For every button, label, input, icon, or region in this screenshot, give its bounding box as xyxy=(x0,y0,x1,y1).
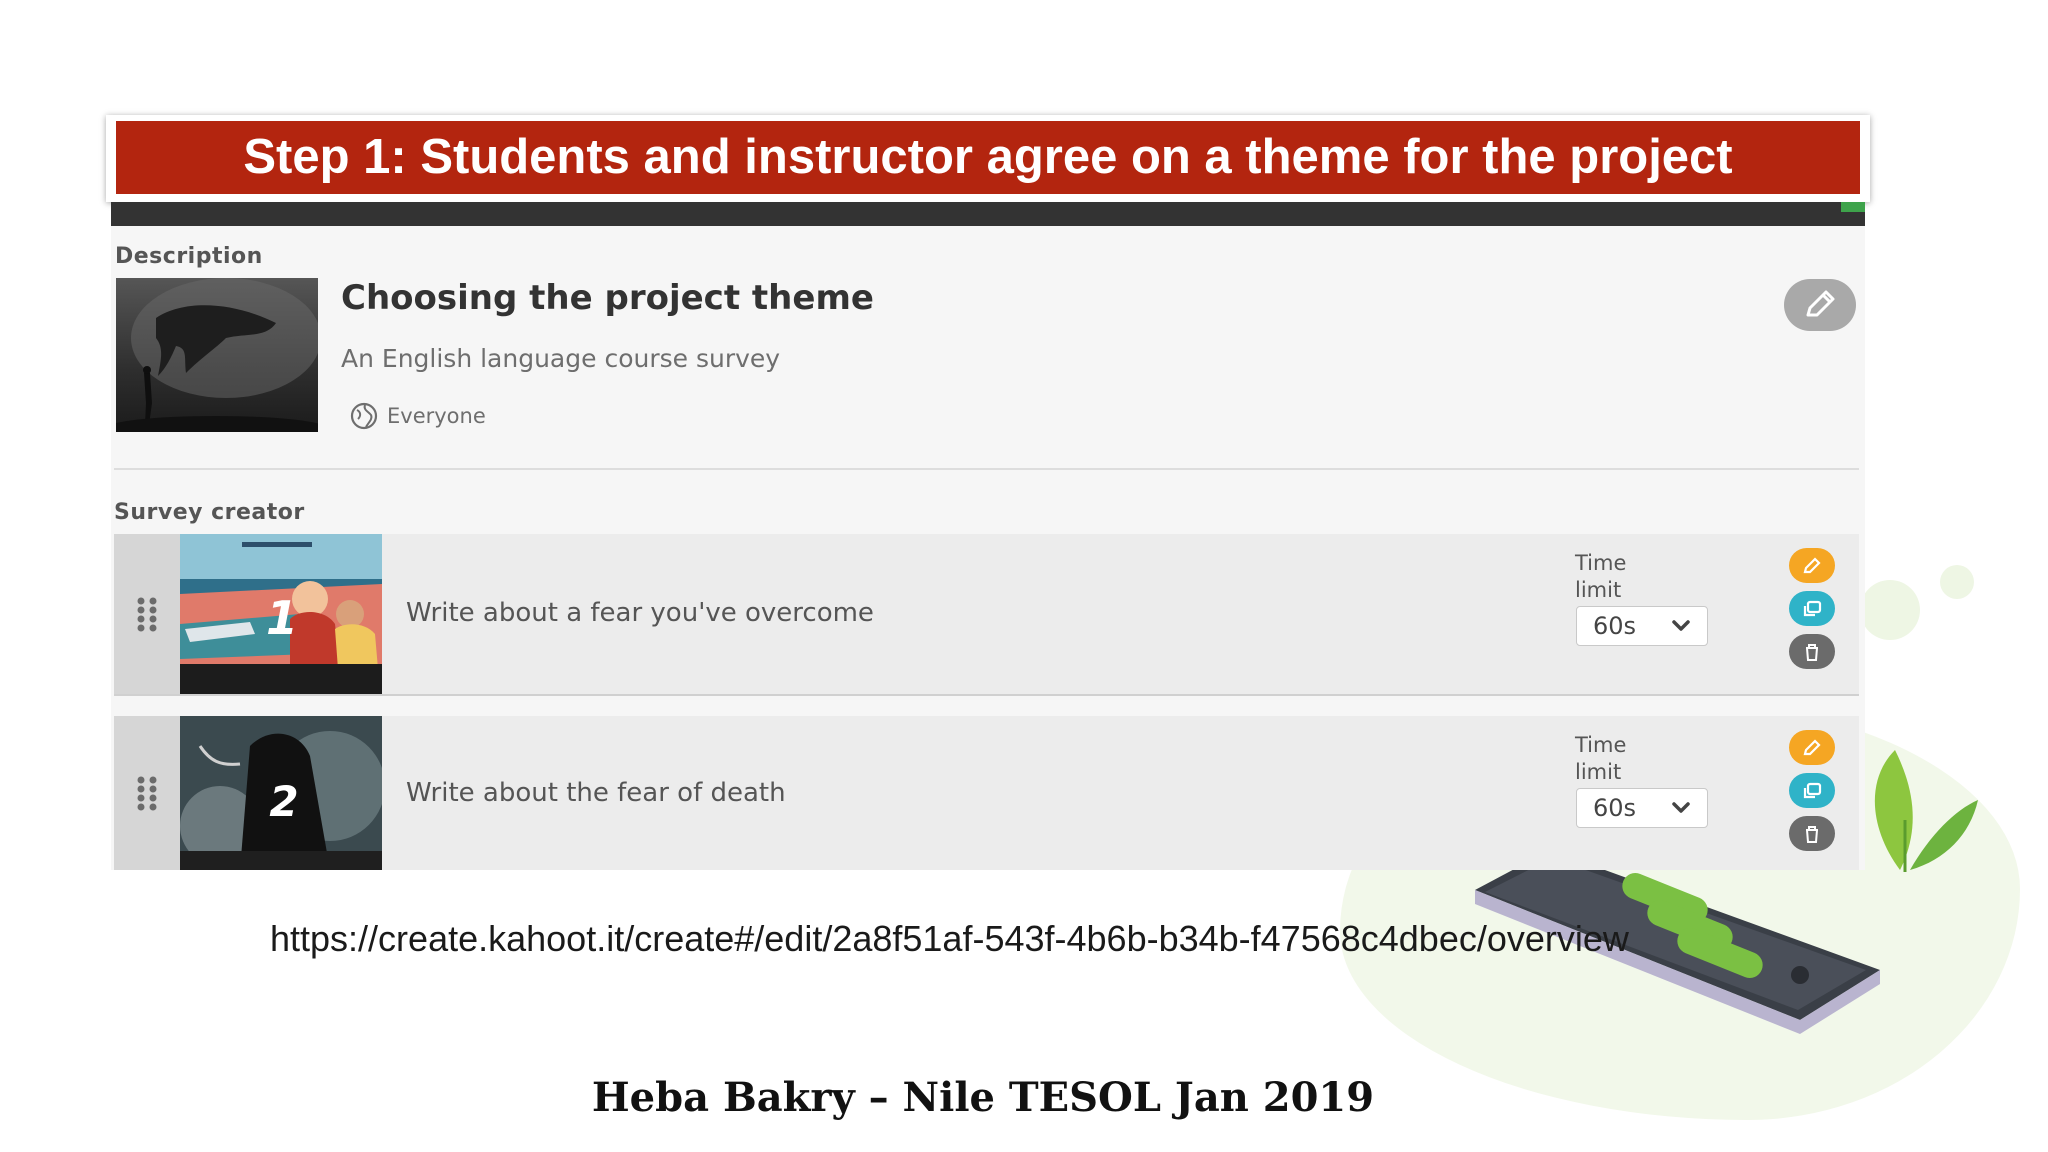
survey-creator-label: Survey creator xyxy=(114,500,305,525)
drag-handle-icon[interactable] xyxy=(114,534,180,694)
visibility-label: Everyone xyxy=(387,404,486,428)
trash-icon xyxy=(1806,825,1818,843)
time-limit-select[interactable]: 60s xyxy=(1576,606,1708,646)
description-label: Description xyxy=(115,244,263,269)
visibility-indicator: Everyone xyxy=(349,401,486,431)
kahoot-editor: Description Choosing the project theme A… xyxy=(111,226,1865,870)
slide-footer: Heba Bakry – Nile TESOL Jan 2019 xyxy=(591,1074,1375,1121)
question-card[interactable]: 1 Write about a fear you've overcome Tim… xyxy=(114,534,1859,696)
shadow-hand-picture xyxy=(116,278,318,432)
globe-icon xyxy=(350,402,378,430)
question-thumbnail[interactable]: 1 xyxy=(180,534,382,694)
chevron-down-icon xyxy=(1672,620,1690,631)
time-limit-select[interactable]: 60s xyxy=(1576,788,1708,828)
top-bar-accent xyxy=(1841,202,1865,212)
time-limit-label: Time limit xyxy=(1575,733,1627,784)
edit-question-button[interactable] xyxy=(1789,730,1835,765)
time-limit-value: 60s xyxy=(1593,612,1637,640)
kahoot-subtitle: An English language course survey xyxy=(341,344,781,373)
question-thumbnail[interactable]: 2 xyxy=(180,716,382,870)
duplicate-icon xyxy=(1803,600,1822,616)
trash-icon xyxy=(1806,643,1818,661)
slide-title: Step 1: Students and instructor agree on… xyxy=(116,121,1860,194)
question-text: Write about a fear you've overcome xyxy=(406,598,874,628)
edit-question-button[interactable] xyxy=(1789,548,1835,583)
pencil-icon xyxy=(1806,290,1835,317)
kahoot-top-bar xyxy=(111,202,1865,226)
duplicate-question-button[interactable] xyxy=(1789,591,1835,626)
time-limit-label: Time limit xyxy=(1575,551,1627,602)
cover-image[interactable] xyxy=(116,278,318,432)
question-card[interactable]: 2 Write about the fear of death Time lim… xyxy=(114,716,1859,870)
question-text: Write about the fear of death xyxy=(406,778,786,808)
decorative-circle xyxy=(1860,580,1920,640)
pencil-icon xyxy=(1803,738,1821,755)
pencil-icon xyxy=(1803,556,1821,573)
leaves-illustration xyxy=(1874,750,1978,872)
duplicate-icon xyxy=(1803,782,1822,798)
time-limit-value: 60s xyxy=(1593,794,1637,822)
question-number: 2 xyxy=(269,777,298,826)
drag-handle-icon[interactable] xyxy=(114,716,180,870)
decorative-circle xyxy=(1940,565,1974,599)
kahoot-title: Choosing the project theme xyxy=(341,278,874,318)
question-number: 1 xyxy=(266,591,298,645)
edit-kahoot-button[interactable] xyxy=(1784,279,1856,331)
kahoot-url-link[interactable]: https://create.kahoot.it/create#/edit/2a… xyxy=(270,918,1629,960)
delete-question-button[interactable] xyxy=(1789,816,1835,851)
section-divider xyxy=(114,468,1859,470)
duplicate-question-button[interactable] xyxy=(1789,773,1835,808)
chevron-down-icon xyxy=(1672,802,1690,813)
delete-question-button[interactable] xyxy=(1789,634,1835,669)
